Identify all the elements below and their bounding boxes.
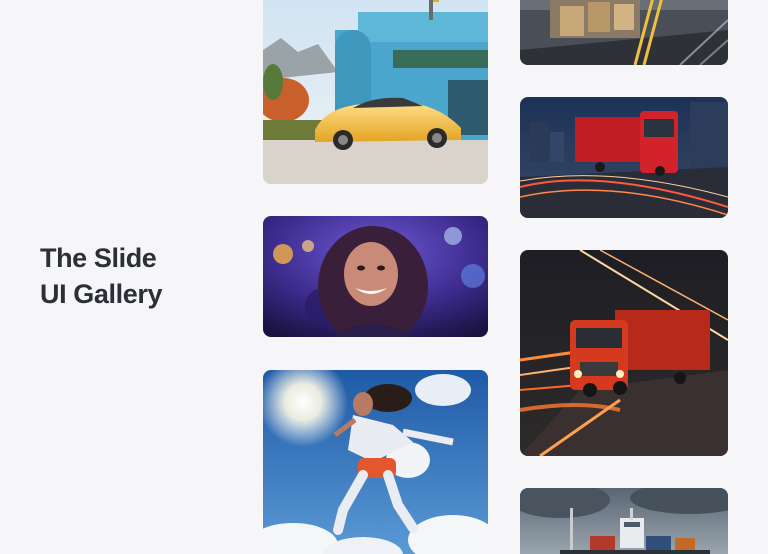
smiling-woman-image[interactable]: [263, 216, 488, 337]
page-title-line-2: UI Gallery: [40, 279, 163, 309]
cargo-ship-image[interactable]: [520, 488, 728, 554]
orange-truck-image[interactable]: [520, 250, 728, 456]
page-title-line-1: The Slide: [40, 243, 157, 273]
red-truck-image[interactable]: [520, 97, 728, 218]
gallery-page: The Slide UI Gallery: [0, 0, 768, 554]
jumping-woman-image[interactable]: [263, 370, 488, 554]
warehouse-road-image[interactable]: [520, 0, 728, 65]
page-title: The Slide UI Gallery: [40, 240, 162, 312]
sports-car-image[interactable]: [263, 0, 488, 184]
